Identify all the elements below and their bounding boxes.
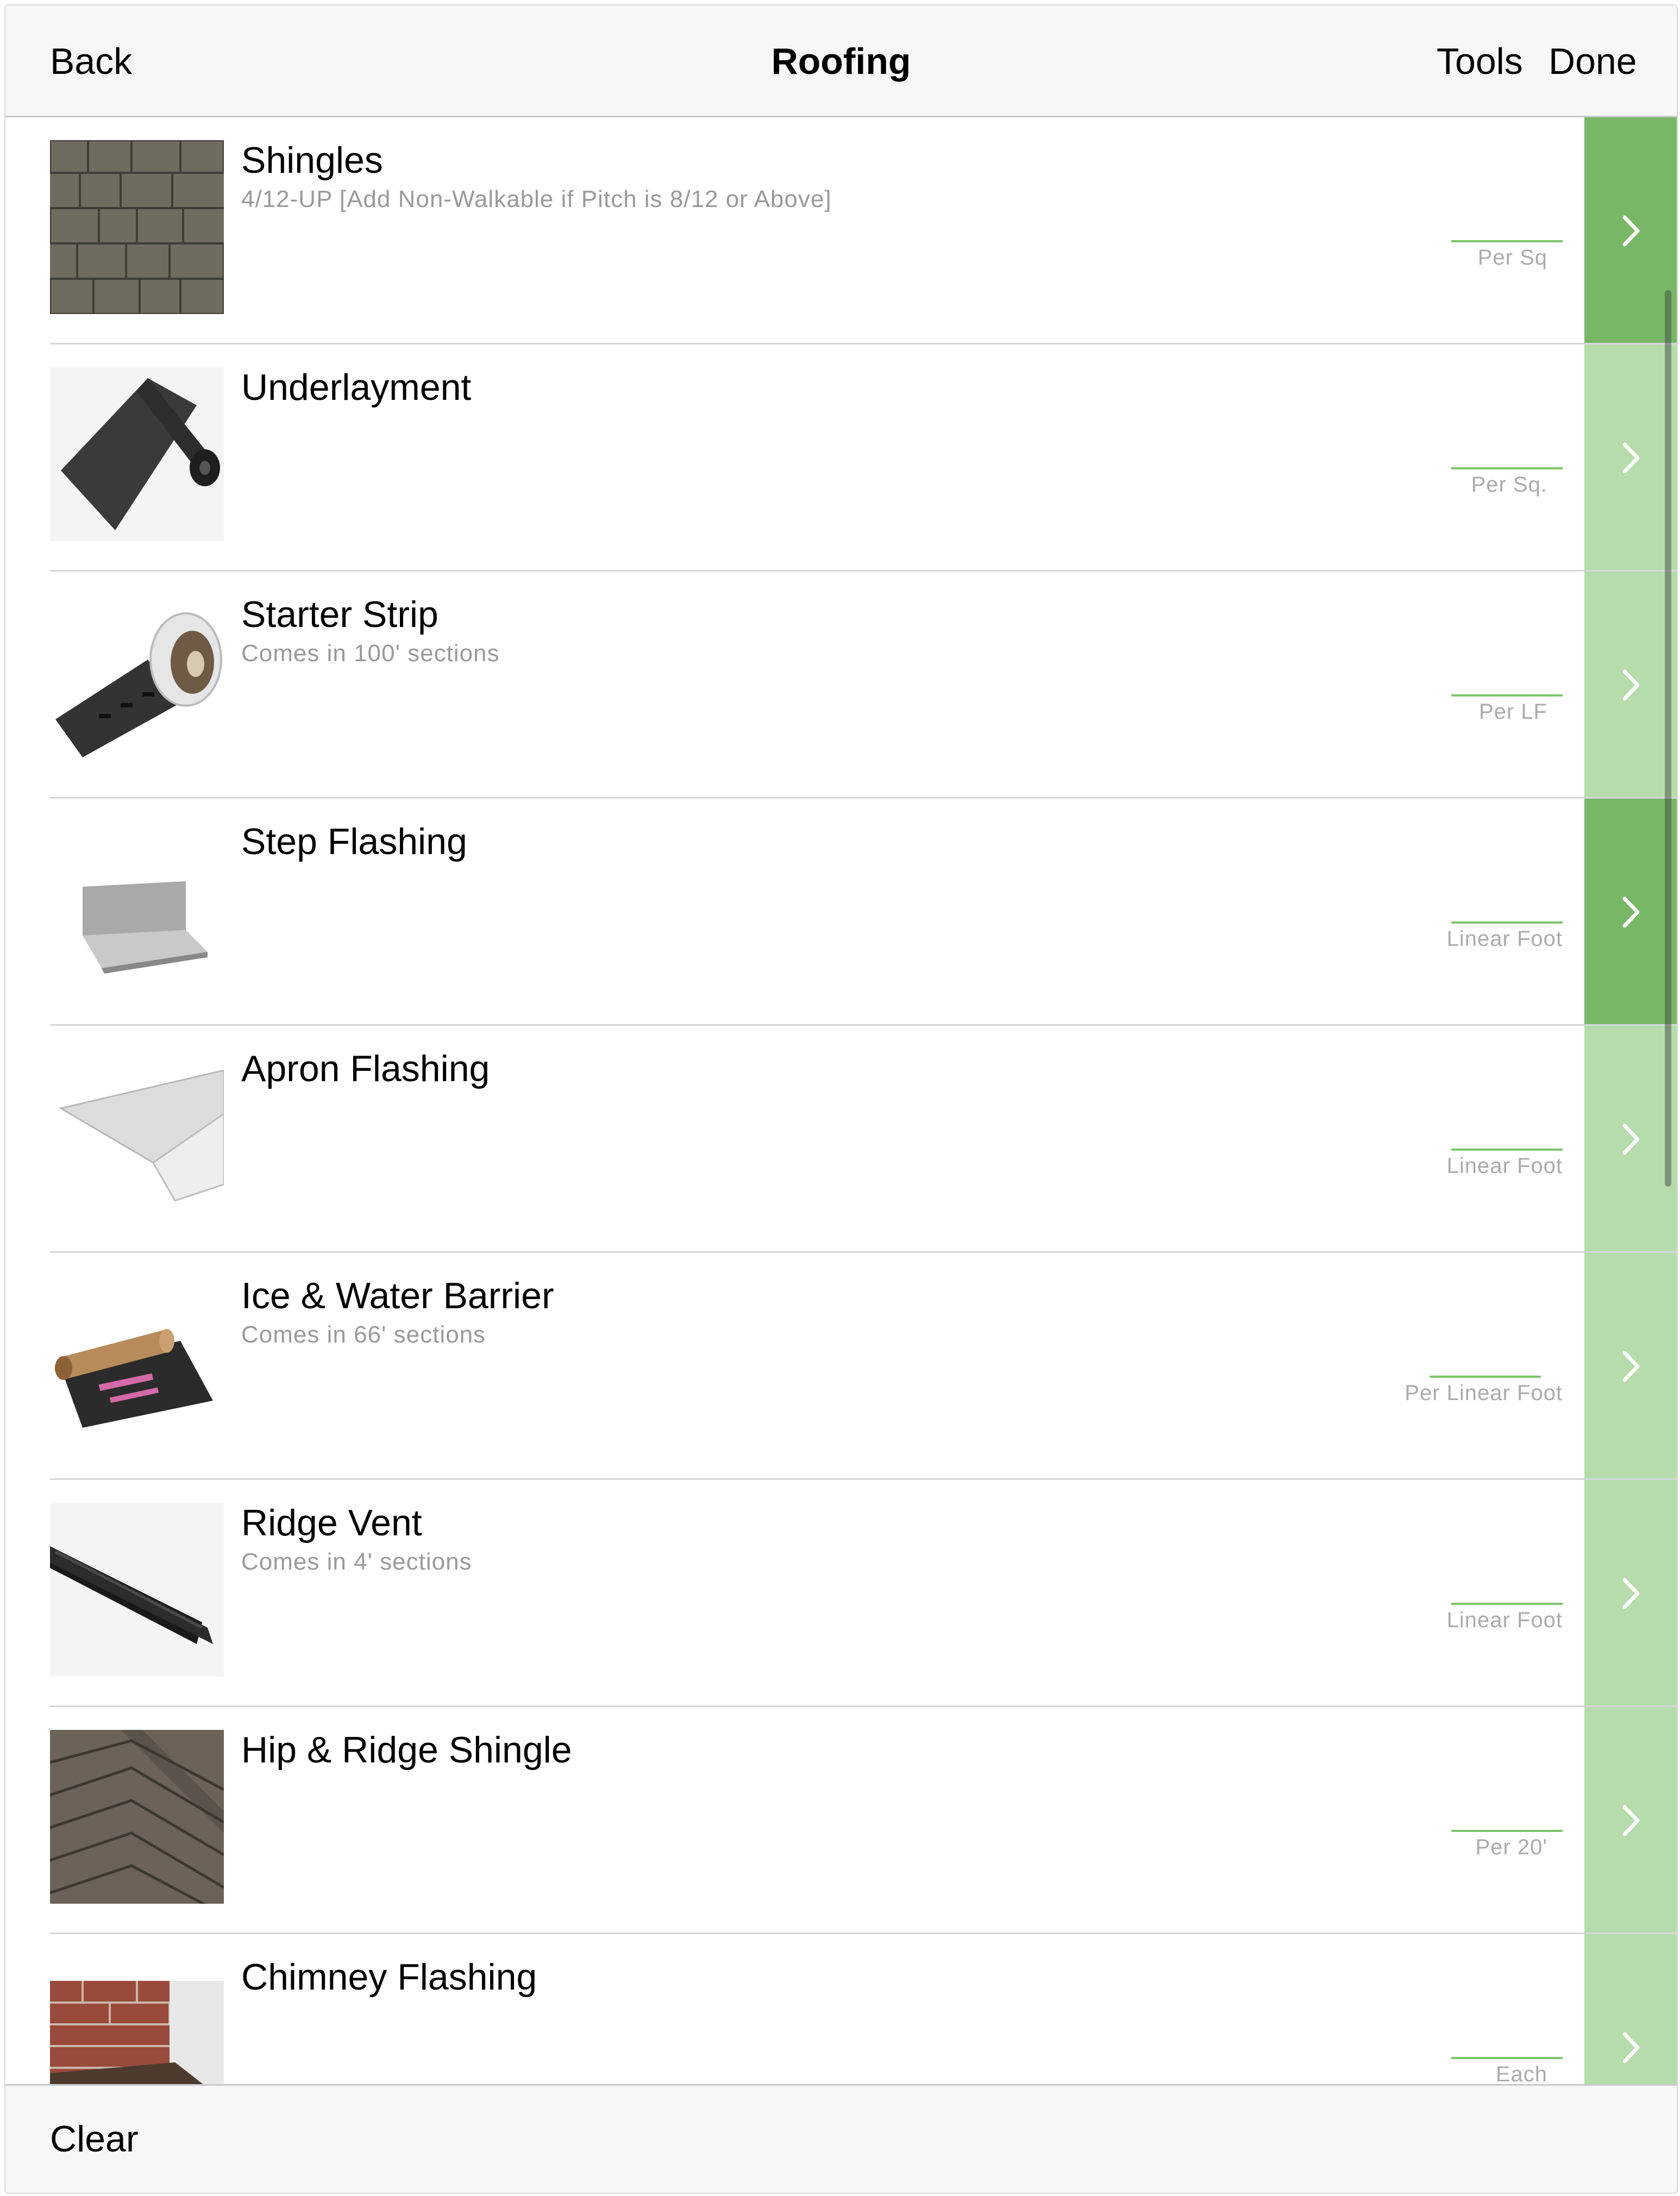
item-name: Ridge Vent xyxy=(241,1502,422,1544)
item-name: Ice & Water Barrier xyxy=(241,1275,554,1316)
item-name: Starter Strip xyxy=(241,594,438,635)
unit-label: Per Linear Foot xyxy=(1405,1381,1563,1405)
item-note: 4/12-UP [Add Non-Walkable if Pitch is 8/… xyxy=(241,186,832,212)
chimney-flashing-image xyxy=(50,1981,224,2085)
list-item[interactable]: Apron Flashing Linear Foot xyxy=(5,1026,1677,1253)
quantity-field[interactable] xyxy=(1451,2057,1563,2059)
app-window: Back Roofing Tools Done Shingles 4/12-UP… xyxy=(4,4,1678,2194)
starter-strip-roll-image xyxy=(50,594,224,768)
shingles-image xyxy=(50,140,224,314)
item-name: Hip & Ridge Shingle xyxy=(241,1729,572,1771)
chevron-right-icon xyxy=(1622,1578,1640,1609)
item-name: Underlayment xyxy=(241,367,472,408)
item-detail-button[interactable] xyxy=(1584,572,1677,799)
list-item[interactable]: Chimney Flashing Each xyxy=(5,1934,1677,2085)
list-item[interactable]: Ridge Vent Comes in 4' sections Linear F… xyxy=(5,1480,1677,1707)
item-name: Step Flashing xyxy=(241,821,467,862)
quantity-field[interactable] xyxy=(1451,1149,1563,1151)
item-note: Comes in 4' sections xyxy=(241,1548,472,1575)
item-detail-button[interactable] xyxy=(1584,1480,1677,1707)
list-item[interactable]: Hip & Ridge Shingle Per 20' xyxy=(5,1707,1677,1934)
bottom-toolbar: Clear xyxy=(5,2084,1677,2193)
quantity-field[interactable] xyxy=(1451,240,1563,242)
quantity-field[interactable] xyxy=(1451,1603,1563,1605)
item-note: Comes in 66' sections xyxy=(241,1321,486,1348)
item-detail-button[interactable] xyxy=(1584,1707,1677,1934)
item-detail-button[interactable] xyxy=(1584,1934,1677,2085)
step-flashing-image xyxy=(50,821,224,995)
unit-label: Linear Foot xyxy=(1446,927,1563,951)
item-name: Chimney Flashing xyxy=(241,1956,537,1998)
list-item[interactable]: Underlayment Per Sq. xyxy=(5,344,1677,572)
unit-label: Each xyxy=(1495,2062,1547,2085)
unit-label: Linear Foot xyxy=(1446,1154,1563,1178)
item-detail-button[interactable] xyxy=(1584,1026,1677,1253)
item-name: Shingles xyxy=(241,140,383,181)
unit-label: Per Sq xyxy=(1477,246,1547,269)
quantity-field[interactable] xyxy=(1451,694,1563,697)
chevron-right-icon xyxy=(1622,1351,1640,1382)
quantity-field[interactable] xyxy=(1430,1376,1541,1378)
list-item[interactable]: Step Flashing Linear Foot xyxy=(5,799,1677,1026)
clear-button[interactable]: Clear xyxy=(50,2086,139,2193)
list-item[interactable]: Ice & Water Barrier Comes in 66' section… xyxy=(5,1253,1677,1480)
item-detail-button[interactable] xyxy=(1584,1253,1677,1480)
scrollbar[interactable] xyxy=(1665,290,1671,1187)
apron-flashing-image xyxy=(50,1049,224,1222)
quantity-field[interactable] xyxy=(1451,467,1563,469)
page-title: Roofing xyxy=(771,41,911,82)
list-item[interactable]: Shingles 4/12-UP [Add Non-Walkable if Pi… xyxy=(5,117,1677,344)
navigation-bar: Back Roofing Tools Done xyxy=(5,5,1677,117)
material-list[interactable]: Shingles 4/12-UP [Add Non-Walkable if Pi… xyxy=(5,117,1677,2085)
item-note: Comes in 100' sections xyxy=(241,640,500,667)
chevron-right-icon xyxy=(1622,669,1640,701)
item-detail-button[interactable] xyxy=(1584,344,1677,572)
item-detail-button[interactable] xyxy=(1584,117,1677,344)
quantity-field[interactable] xyxy=(1451,921,1563,924)
chevron-right-icon xyxy=(1622,442,1640,474)
unit-label: Per 20' xyxy=(1475,1835,1547,1859)
item-detail-button[interactable] xyxy=(1584,799,1677,1026)
done-button[interactable]: Done xyxy=(1549,5,1637,117)
hip-ridge-shingle-image xyxy=(50,1730,224,1904)
unit-label: Per Sq. xyxy=(1471,473,1547,497)
unit-label: Per LF xyxy=(1478,700,1547,724)
item-name: Apron Flashing xyxy=(241,1048,490,1089)
unit-label: Linear Foot xyxy=(1446,1608,1563,1632)
ice-water-barrier-image xyxy=(50,1276,224,1450)
chevron-right-icon xyxy=(1622,2032,1640,2063)
tools-button[interactable]: Tools xyxy=(1437,5,1523,117)
chevron-right-icon xyxy=(1622,896,1640,928)
chevron-right-icon xyxy=(1622,1124,1640,1155)
chevron-right-icon xyxy=(1622,1805,1640,1836)
chevron-right-icon xyxy=(1622,215,1640,247)
ridge-vent-image xyxy=(50,1503,224,1677)
quantity-field[interactable] xyxy=(1451,1830,1563,1832)
list-item[interactable]: Starter Strip Comes in 100' sections Per… xyxy=(5,572,1677,799)
underlayment-roll-image xyxy=(50,367,224,541)
